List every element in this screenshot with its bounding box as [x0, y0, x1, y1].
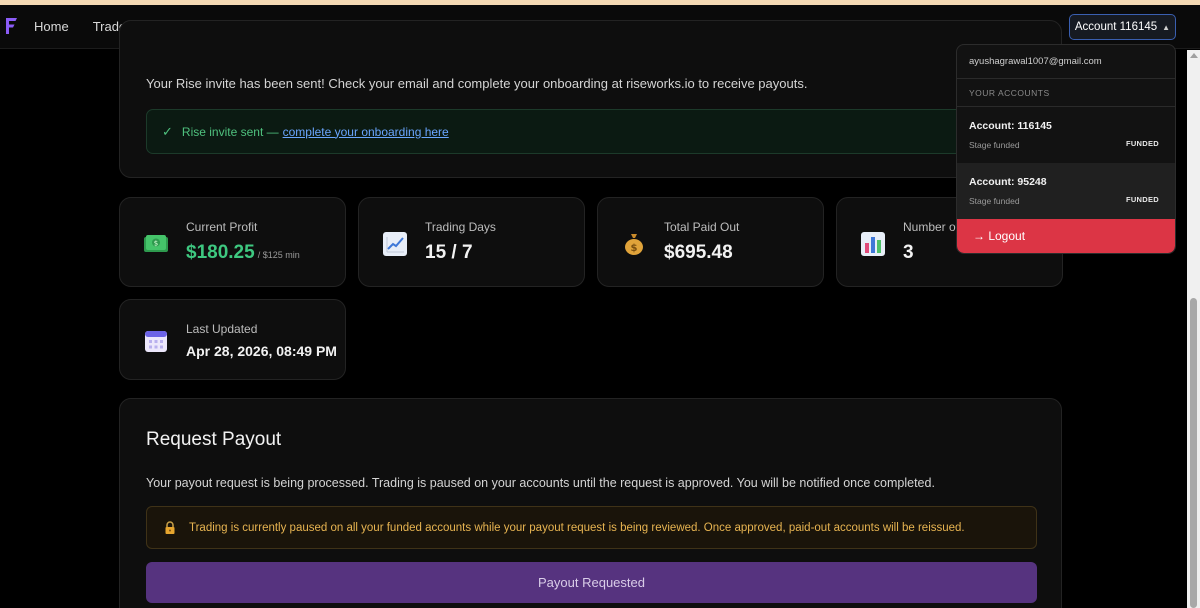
nav-home[interactable]: Home [22, 5, 81, 49]
funded-badge: FUNDED [1125, 195, 1159, 204]
svg-text:$: $ [631, 243, 638, 254]
stat-card-total-paid-out: $ Total Paid Out $695.48 [597, 197, 824, 287]
user-email: ayushagrawal1007@gmail.com [957, 45, 1175, 79]
account-stage: Stage funded [969, 140, 1020, 150]
profit-minimum: / $125 min [257, 250, 300, 260]
stat-card-trading-days: Trading Days 15 / 7 [358, 197, 585, 287]
account-name: Account: 95248 [969, 176, 1047, 188]
trading-days-value: 15 / 7 [425, 242, 473, 263]
trading-paused-warning: Trading is currently paused on all your … [146, 506, 1037, 549]
bar-chart-icon [859, 230, 887, 258]
payout-status-text: Your payout request is being processed. … [146, 476, 935, 490]
logout-button[interactable]: → Logout [957, 219, 1175, 253]
request-payout-title: Request Payout [146, 429, 282, 450]
stat-label: Total Paid Out [664, 220, 740, 234]
total-paid-out-value: $695.48 [664, 242, 733, 263]
page-scrollbar[interactable] [1187, 50, 1200, 608]
accounts-section-header: YOUR ACCOUNTS [957, 80, 1175, 107]
calendar-icon [142, 327, 170, 355]
number-of-value: 3 [903, 242, 914, 263]
rise-invite-card: Your Rise invite has been sent! Check yo… [119, 20, 1062, 178]
funded-badge: FUNDED [1125, 139, 1159, 148]
account-option-95248[interactable]: Account: 95248 Stage funded FUNDED [957, 163, 1175, 219]
account-name: Account: 116145 [969, 120, 1052, 132]
stat-label: Current Profit [186, 220, 258, 234]
checkmark-icon: ✓ [162, 123, 173, 139]
account-switcher-label: Account 116145 [1074, 21, 1158, 33]
account-dropdown-menu: ayushagrawal1007@gmail.com YOUR ACCOUNTS… [956, 44, 1176, 254]
request-payout-card: Request Payout Your payout request is be… [119, 398, 1062, 608]
stat-card-current-profit: $ Current Profit $180.25/ $125 min [119, 197, 346, 287]
invite-notice-text: Rise invite sent — [181, 124, 279, 139]
money-bag-icon: $ [620, 230, 648, 258]
invite-message: Your Rise invite has been sent! Check yo… [146, 76, 808, 91]
warning-text: Trading is currently paused on all your … [189, 521, 965, 534]
account-switcher-button[interactable]: Account 116145 ▲ [1069, 14, 1176, 40]
invite-success-notice: ✓ Rise invite sent — complete your onboa… [146, 109, 1046, 154]
chart-up-icon [381, 230, 409, 258]
stat-card-last-updated: Last Updated Apr 28, 2026, 08:49 PM [119, 299, 346, 380]
money-icon: $ [142, 230, 170, 258]
scroll-up-arrow-icon[interactable] [1190, 53, 1198, 58]
stat-label: Trading Days [425, 220, 496, 234]
last-updated-value: Apr 28, 2026, 08:49 PM [186, 343, 337, 359]
scrollbar-thumb[interactable] [1190, 298, 1197, 608]
payout-requested-button[interactable]: Payout Requested [146, 562, 1037, 603]
stat-label: Number of [903, 220, 960, 234]
stat-label: Last Updated [186, 322, 258, 336]
lock-icon [165, 520, 175, 534]
caret-up-icon: ▲ [1162, 22, 1171, 32]
current-profit-value: $180.25 [186, 242, 255, 263]
svg-text:$: $ [154, 240, 158, 248]
account-stage: Stage funded [969, 196, 1020, 206]
brand-logo-icon[interactable] [4, 17, 18, 35]
stat-value: $180.25/ $125 min [186, 242, 300, 264]
account-option-116145[interactable]: Account: 116145 Stage funded FUNDED [957, 107, 1175, 163]
onboarding-link[interactable]: complete your onboarding here [283, 125, 449, 139]
